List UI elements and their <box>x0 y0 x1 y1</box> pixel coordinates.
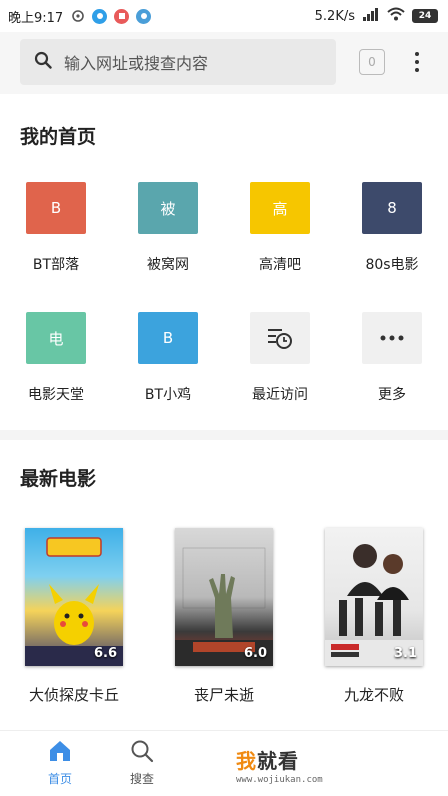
shortcut-logo: 8 <box>362 182 422 234</box>
nav-home-label: 首页 <box>47 772 72 786</box>
app-notification-icon <box>114 8 130 24</box>
battery-icon: 24 <box>412 9 438 23</box>
more-shortcuts-button[interactable]: 更多 <box>352 312 432 404</box>
shortcut-label: BT小鸡 <box>144 387 192 403</box>
section-divider <box>0 430 448 440</box>
movie-title: 九龙不败 <box>343 686 404 704</box>
my-homepage-section: 我的首页 B BT部落 被 被窝网 高 高清吧 8 80s电影 电 电影天堂 B… <box>0 94 448 430</box>
shortcut-label: 80s电影 <box>365 257 419 273</box>
home-icon <box>47 741 73 766</box>
more-dots-icon <box>362 312 422 364</box>
shortcut-dianying-tiantang[interactable]: 电 电影天堂 <box>16 312 96 404</box>
site-watermark: 我就看 www.wojiukan.com <box>236 745 386 785</box>
shortcut-beiwo[interactable]: 被 被窝网 <box>128 182 208 274</box>
status-bar: 晚上9:17 5.2K/s 24 <box>0 0 448 32</box>
shortcut-label: 最近访问 <box>252 387 308 403</box>
movie-title: 大侦探皮卡丘 <box>28 686 119 704</box>
shortcut-bt-buluo[interactable]: B BT部落 <box>16 182 96 274</box>
latest-movies-section: 最新电影 6.6 大侦探皮卡丘 6.0 丧尸未逝 3.1 九龙不败 <box>0 440 448 730</box>
shortcut-logo: 高 <box>250 182 310 234</box>
app-notification-icon <box>92 8 108 24</box>
notification-icon <box>70 9 85 24</box>
more-menu-icon[interactable] <box>408 48 426 76</box>
movie-rating: 6.6 <box>93 646 117 661</box>
search-icon <box>130 740 154 766</box>
history-icon <box>250 312 310 364</box>
section-title-homepage: 我的首页 <box>20 126 97 148</box>
watermark-url: www.wojiukan.com <box>236 775 323 785</box>
signal-icon <box>362 7 380 25</box>
app-notification-icon <box>136 8 152 24</box>
shortcut-logo: B <box>138 312 198 364</box>
status-time: 晚上9:17 <box>8 10 64 26</box>
shortcut-logo: 被 <box>138 182 198 234</box>
shortcut-logo: 电 <box>26 312 86 364</box>
movie-card[interactable]: 6.6 大侦探皮卡丘 <box>9 528 139 705</box>
movie-card[interactable]: 6.0 丧尸未逝 <box>159 528 289 705</box>
search-icon <box>34 51 52 73</box>
shortcut-label: 高清吧 <box>259 257 301 273</box>
movie-rating: 3.1 <box>393 646 417 661</box>
wifi-icon <box>387 7 405 25</box>
bottom-navigation: 首页 搜查 我就看 www.wojiukan.com <box>0 730 448 796</box>
search-bar[interactable]: 输入网址或搜查内容 <box>20 39 336 85</box>
movie-poster: 3.1 <box>325 528 423 666</box>
recent-visits-button[interactable]: 最近访问 <box>240 312 320 404</box>
shortcut-label: BT部落 <box>32 257 80 273</box>
search-placeholder: 输入网址或搜查内容 <box>64 54 209 73</box>
shortcut-logo: B <box>26 182 86 234</box>
shortcut-80s[interactable]: 8 80s电影 <box>352 182 432 274</box>
section-title-movies: 最新电影 <box>20 468 97 490</box>
shortcut-gaoqingba[interactable]: 高 高清吧 <box>240 182 320 274</box>
movie-poster: 6.0 <box>175 528 273 666</box>
movie-rating: 6.0 <box>243 646 267 661</box>
nav-search-label: 搜查 <box>129 772 154 786</box>
tab-count-button[interactable]: 0 <box>359 49 385 75</box>
shortcut-label: 电影天堂 <box>28 387 84 403</box>
shortcut-bt-xiaoji[interactable]: B BT小鸡 <box>128 312 208 404</box>
network-speed: 5.2K/s <box>314 8 355 24</box>
watermark-logo: 我就看 <box>236 749 299 773</box>
movie-card[interactable]: 3.1 九龙不败 <box>309 528 439 705</box>
nav-search[interactable]: 搜查 <box>112 739 172 787</box>
movie-poster: 6.6 <box>25 528 123 666</box>
browser-header: 输入网址或搜查内容 0 <box>0 32 448 94</box>
shortcut-label: 更多 <box>378 387 406 403</box>
nav-home[interactable]: 首页 <box>30 739 90 787</box>
movie-title: 丧尸未逝 <box>193 686 254 704</box>
shortcut-label: 被窝网 <box>147 257 189 273</box>
